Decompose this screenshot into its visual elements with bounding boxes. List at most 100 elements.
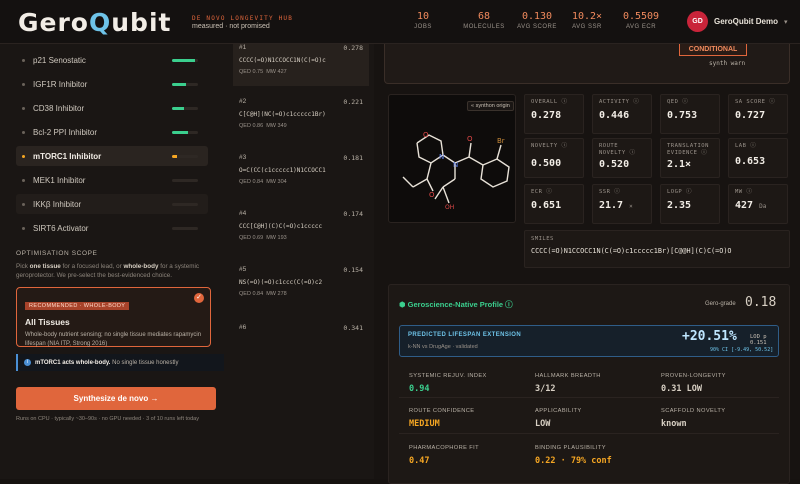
molecule-qed: QED 0.75 (239, 69, 264, 75)
gero-cell-value: 0.31 LOW (661, 384, 702, 394)
lifespan-extension-card: PREDICTED LIFESPAN EXTENSION k-NN vs Dru… (399, 325, 779, 357)
metric-number: 2.35 (667, 200, 692, 211)
gero-cell-label: HALLMARK BREADTH (535, 373, 601, 379)
svg-text:Br: Br (497, 137, 505, 145)
molecule-meta: QED 0.69 MW 193 (239, 235, 363, 241)
verdict-panel: CONDITIONAL synth warn (384, 44, 790, 84)
metric-mw: MW ⓘ 427 Da (728, 184, 788, 224)
molecule-smiles: CCC[C@H](C)C(=O)c1ccccc (239, 223, 323, 230)
lifespan-ci: 90% CI [-9.49, 50.52] (710, 347, 774, 353)
metric-qed: QED ⓘ 0.753 (660, 94, 720, 134)
scope-card-title: All Tissues (25, 317, 70, 327)
target-progress (172, 130, 198, 134)
gero-applicability: APPLICABILITY LOW (535, 408, 655, 429)
metric-value: 2.35 (667, 200, 713, 211)
target-progress-fill (172, 58, 196, 62)
target-label: SIRT6 Activator (33, 223, 89, 233)
target-bcl2-ppi-inhibitor[interactable]: Bcl-2 PPI Inhibitor (16, 122, 208, 142)
metric-unit: Da (759, 203, 767, 210)
molecule-mw: MW 193 (266, 235, 287, 241)
scope-description: Pick one tissue for a focused lead, or w… (16, 262, 216, 280)
synthesize-button[interactable]: Synthesize de novo → (16, 387, 216, 410)
divider (399, 397, 779, 398)
metric-value: 0.446 (599, 110, 645, 121)
gero-route-confidence: ROUTE CONFIDENCE MEDIUM (409, 408, 529, 429)
status-dot-icon (22, 226, 25, 230)
tagline: DE NOVO LONGEVITY HUB measured · not pro… (192, 15, 293, 31)
target-progress-fill (172, 130, 188, 134)
target-cd38-inhibitor[interactable]: CD38 Inhibitor (16, 98, 208, 118)
geroscience-title-text: Geroscience-Native Profile ⓘ (407, 300, 513, 309)
gero-cell-value: 0.47 (409, 456, 430, 466)
target-progress (172, 82, 198, 86)
stat-label: JOBS (414, 24, 432, 30)
target-label: MEK1 Inhibitor (33, 175, 86, 185)
gero-cell-label: PROVEN-LONGEVITY (661, 373, 726, 379)
target-mek1-inhibitor[interactable]: MEK1 Inhibitor (16, 170, 208, 190)
user-menu[interactable]: GD GeroQubit Demo ▾ (687, 11, 788, 32)
molecule-item-2[interactable]: #2 0.221 C[C@H](NC(=O)c1ccccc1Br) QED 0.… (233, 98, 369, 146)
molecule-item-1[interactable]: #1 0.278 CCCC(=O)N1CCOCC1N(C(=O)c QED 0.… (233, 44, 369, 86)
metric-label: TRANSLATION EVIDENCE ⓘ (667, 143, 709, 156)
logo-text: GeroQubit (18, 8, 171, 37)
gero-cell-value: 0.94 (409, 384, 430, 394)
scope-note: i mTORC1 acts whole-body. No single tiss… (16, 354, 224, 371)
logo-text-part: Gero (18, 8, 89, 37)
target-progress (172, 226, 198, 230)
molecule-smiles: O=C(CC(c1ccccc1)N1CCOCC1 (239, 167, 326, 174)
target-p21-senostatic[interactable]: p21 Senostatic (16, 50, 208, 70)
scope-card-all-tissues[interactable]: RECOMMENDED · WHOLE-BODY ✓ All Tissues W… (16, 287, 211, 347)
target-progress (172, 178, 198, 182)
tagline-primary: DE NOVO LONGEVITY HUB (192, 15, 294, 22)
target-ikkb-inhibitor[interactable]: IKKβ Inhibitor (16, 194, 208, 214)
metric-number: 427 (735, 200, 754, 211)
chevron-down-icon: ▾ (784, 18, 788, 26)
metric-label: NOVELTY ⓘ (531, 143, 568, 149)
runs-info: Runs on CPU · typically ~30–90s · no GPU… (16, 416, 199, 422)
target-progress (172, 58, 198, 62)
metric-number: 0.651 (531, 200, 562, 211)
molecule-item-3[interactable]: #3 0.181 O=C(CC(c1ccccc1)N1CCOCC1 QED 0.… (233, 154, 369, 202)
scope-card-body: Whole-body nutrient sensing; no single t… (25, 332, 202, 347)
molecule-item-5[interactable]: #5 0.154 NS(=O)(=O)c1ccc(C(=O)c2 QED 0.8… (233, 266, 369, 314)
metric-label: MW ⓘ (735, 189, 753, 195)
lifespan-value: +20.51% (682, 329, 737, 344)
metric-overall: OVERALL ⓘ 0.278 (524, 94, 584, 134)
target-progress-fill (172, 82, 187, 86)
info-icon: i (24, 359, 31, 366)
metric-number: 0.727 (735, 110, 766, 121)
metric-number: 21.7 (599, 200, 624, 211)
molecule-qed: QED 0.84 (239, 179, 264, 185)
note-rest: No single tissue honestly (110, 359, 179, 366)
gero-pharmacophore-fit: PHARMACOPHORE FIT 0.47 (409, 445, 529, 466)
svg-text:O: O (467, 135, 473, 143)
molecule-meta: QED 0.84 MW 278 (239, 291, 363, 297)
app-logo[interactable]: GeroQubit (18, 8, 171, 37)
smiles-value: CCCC(=O)N1CCOCC1N(C(=O)c1ccccc1Br)[C@@H]… (531, 247, 732, 255)
metric-activity: ACTIVITY ⓘ 0.446 (592, 94, 652, 134)
molecule-score: 0.221 (343, 98, 363, 106)
target-progress (172, 202, 198, 206)
metric-label: OVERALL ⓘ (531, 99, 568, 105)
molecule-mw: MW 349 (266, 123, 287, 129)
molecule-item-6[interactable]: #6 0.341 (233, 324, 369, 372)
target-mtorc1-inhibitor[interactable]: mTORC1 Inhibitor (16, 146, 208, 166)
gero-cell-label: ROUTE CONFIDENCE (409, 408, 475, 414)
metric-translation-evidence: TRANSLATION EVIDENCE ⓘ 2.1× (660, 138, 720, 178)
metric-number: 0.446 (599, 110, 630, 121)
metric-label: SA SCORE ⓘ (735, 99, 776, 105)
metric-value: 0.651 (531, 200, 577, 211)
recommended-badge: RECOMMENDED · WHOLE-BODY (25, 302, 130, 310)
divider (399, 433, 779, 434)
molecule-meta: QED 0.84 MW 304 (239, 179, 363, 185)
svg-text:O: O (429, 191, 435, 199)
target-sirt6-activator[interactable]: SIRT6 Activator (16, 218, 208, 238)
target-igf1r-inhibitor[interactable]: IGF1R Inhibitor (16, 74, 208, 94)
metric-value: 0.753 (667, 110, 713, 121)
gero-binding-plausibility: BINDING PLAUSIBILITY 0.22 · 79% conf (535, 445, 655, 466)
geroscience-title: ⬢ Geroscience-Native Profile ⓘ (399, 299, 513, 310)
top-header: GeroQubit DE NOVO LONGEVITY HUB measured… (0, 0, 800, 44)
molecule-item-4[interactable]: #4 0.174 CCC[C@H](C)C(=O)c1ccccc QED 0.6… (233, 210, 369, 258)
molecule-score: 0.278 (343, 44, 363, 52)
lifespan-label: PREDICTED LIFESPAN EXTENSION (408, 332, 522, 338)
